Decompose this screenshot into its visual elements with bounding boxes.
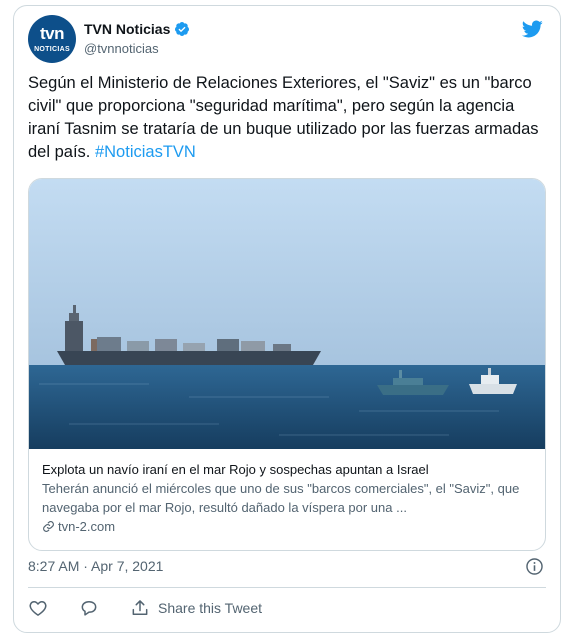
link-meta: Explota un navío iraní en el mar Rojo y … — [42, 461, 536, 536]
tweet-card[interactable]: tvn NOTICIAS TVN Noticias @tvnnoticias S… — [13, 5, 561, 633]
author-handle[interactable]: @tvnnoticias — [84, 41, 159, 56]
share-label: Share this Tweet — [158, 600, 263, 616]
twitter-bird-icon[interactable] — [520, 18, 544, 40]
heart-icon — [29, 601, 47, 616]
tweet-timestamp[interactable]: 8:27 AM · Apr 7, 2021 — [28, 558, 163, 574]
avatar[interactable]: tvn NOTICIAS — [28, 15, 76, 63]
avatar-logo-sub: NOTICIAS — [34, 46, 70, 53]
hashtag-link[interactable]: #NoticiasTVN — [95, 143, 196, 161]
divider — [28, 587, 546, 588]
info-icon[interactable] — [525, 557, 544, 576]
avatar-logo-main: tvn — [40, 24, 65, 43]
verified-badge-icon — [175, 22, 190, 36]
link-title[interactable]: Explota un navío iraní en el mar Rojo y … — [42, 461, 536, 479]
like-button[interactable] — [28, 598, 48, 618]
link-domain[interactable]: tvn-2.com — [58, 517, 115, 536]
link-icon — [43, 521, 54, 532]
reply-button[interactable] — [79, 598, 99, 618]
reply-icon — [81, 601, 97, 616]
share-icon — [132, 600, 148, 615]
share-tweet-button[interactable]: Share this Tweet — [130, 598, 262, 618]
action-bar: Share this Tweet — [28, 596, 293, 620]
author-name-row: TVN Noticias — [84, 21, 190, 37]
author-name[interactable]: TVN Noticias — [84, 21, 170, 37]
link-description: Teherán anunció el miércoles que uno de … — [42, 481, 520, 515]
tweet-text: Según el Ministerio de Relaciones Exteri… — [28, 72, 548, 164]
link-preview-card[interactable]: Explota un navío iraní en el mar Rojo y … — [28, 178, 546, 551]
article-image — [29, 179, 545, 449]
link-domain-row: tvn-2.com — [42, 517, 536, 536]
